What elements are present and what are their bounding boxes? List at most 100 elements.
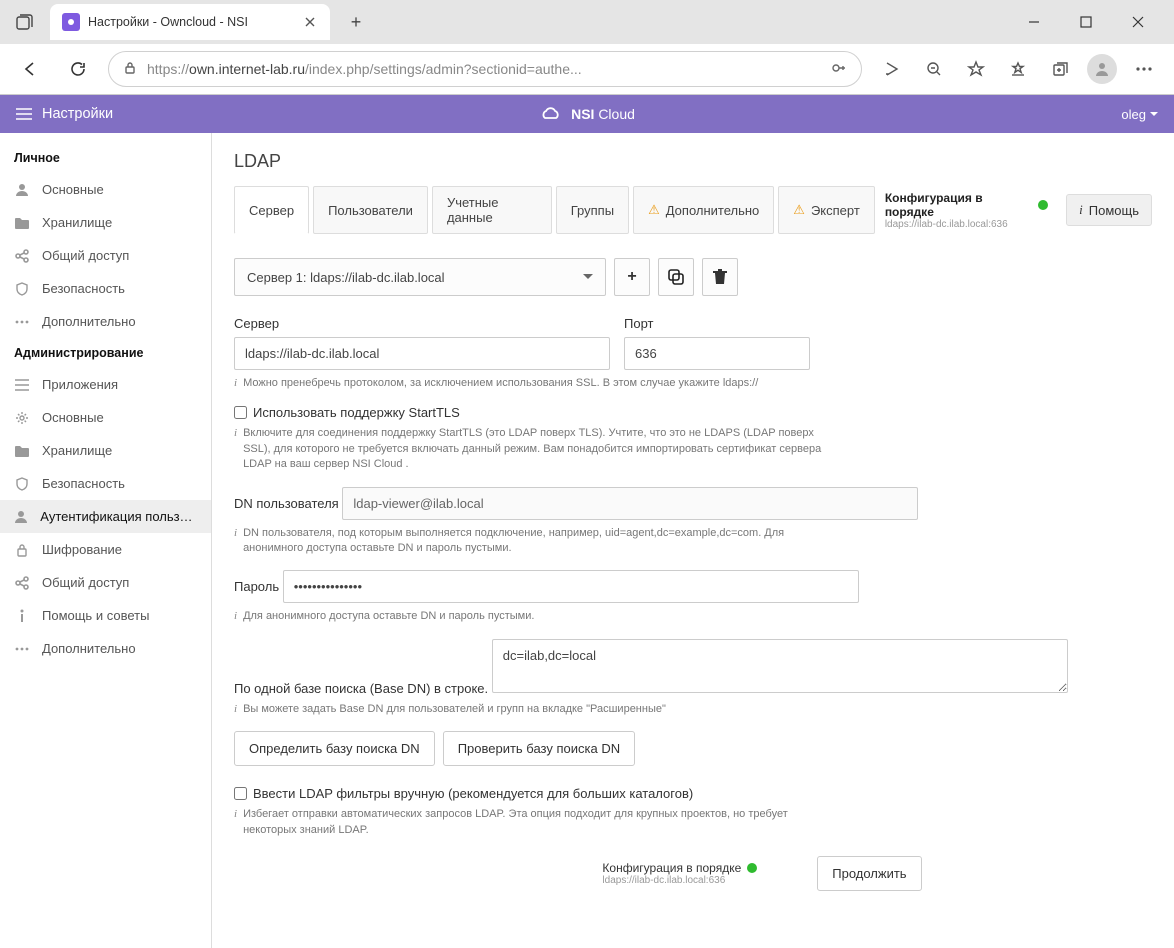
more-icon[interactable] <box>1126 51 1162 87</box>
sidebar-item-безопасность[interactable]: Безопасность <box>0 467 211 500</box>
nav-refresh-button[interactable] <box>60 51 96 87</box>
window-close[interactable] <box>1116 5 1160 39</box>
gear-icon <box>14 411 30 425</box>
tab-label: Эксперт <box>811 203 860 218</box>
hint-user-dn: iDN пользователя, под которым выполняетс… <box>234 526 824 557</box>
tab-1[interactable]: Пользователи <box>313 186 428 234</box>
shield-icon <box>14 477 30 491</box>
footer-status: Конфигурация в порядке ldaps://ilab-dc.i… <box>602 861 757 886</box>
dots-icon <box>14 320 30 324</box>
sidebar-item-хранилище[interactable]: Хранилище <box>0 206 211 239</box>
read-aloud-icon[interactable] <box>874 51 910 87</box>
sidebar-item-хранилище[interactable]: Хранилище <box>0 434 211 467</box>
sidebar-item-label: Основные <box>42 182 104 197</box>
port-input[interactable] <box>624 337 810 370</box>
sidebar-item-label: Хранилище <box>42 443 112 458</box>
status-dot-icon <box>1038 200 1048 210</box>
sidebar-item-общийдоступ[interactable]: Общий доступ <box>0 566 211 599</box>
sidebar-item-label: Безопасность <box>42 281 125 296</box>
sidebar-item-основные[interactable]: Основные <box>0 173 211 206</box>
sidebar-item-аутентификацияпользоват[interactable]: Аутентификация пользоват... <box>0 500 211 533</box>
brand-logo[interactable]: NSI Cloud <box>539 106 635 122</box>
window-minimize[interactable] <box>1012 5 1056 39</box>
chevron-down-icon <box>583 274 593 280</box>
hint-password: iДля анонимного доступа оставьте DN и па… <box>234 609 824 624</box>
window-maximize[interactable] <box>1064 5 1108 39</box>
zoom-out-icon[interactable] <box>916 51 952 87</box>
add-server-button[interactable]: + <box>614 258 650 296</box>
tab-2[interactable]: Учетные данные <box>432 186 552 234</box>
sidebar-item-основные[interactable]: Основные <box>0 401 211 434</box>
tabs-overview-button[interactable] <box>8 6 40 38</box>
url-text: https://own.internet-lab.ru/index.php/se… <box>147 61 821 77</box>
sidebar-item-общийдоступ[interactable]: Общий доступ <box>0 239 211 272</box>
test-base-dn-button[interactable]: Проверить базу поиска DN <box>443 731 635 766</box>
sidebar-item-помощьисоветы[interactable]: Помощь и советы <box>0 599 211 632</box>
sidebar-item-безопасность[interactable]: Безопасность <box>0 272 211 305</box>
sidebar-item-дополнительно[interactable]: Дополнительно <box>0 632 211 665</box>
base-dn-textarea[interactable] <box>492 639 1068 693</box>
tab-label: Сервер <box>249 203 294 218</box>
starttls-checkbox-row[interactable]: Использовать поддержку StartTLS <box>234 405 1152 420</box>
sidebar-item-дополнительно[interactable]: Дополнительно <box>0 305 211 338</box>
continue-button[interactable]: Продолжить <box>817 856 921 891</box>
favorites-bar-icon[interactable] <box>1000 51 1036 87</box>
sidebar-item-label: Аутентификация пользоват... <box>40 509 197 524</box>
delete-server-button[interactable] <box>702 258 738 296</box>
server-select[interactable]: Сервер 1: ldaps://ilab-dc.ilab.local <box>234 258 606 296</box>
nav-back-button[interactable] <box>12 51 48 87</box>
manual-filters-checkbox-row[interactable]: Ввести LDAP фильтры вручную (рекомендует… <box>234 786 1152 801</box>
sidebar-item-label: Основные <box>42 410 104 425</box>
help-button[interactable]: iПомощь <box>1066 194 1152 226</box>
warning-icon: ⚠ <box>793 202 805 218</box>
collections-icon[interactable] <box>1042 51 1078 87</box>
sidebar-item-label: Приложения <box>42 377 118 392</box>
sidebar-item-приложения[interactable]: Приложения <box>0 368 211 401</box>
tab-4[interactable]: ⚠ Дополнительно <box>633 186 774 234</box>
hint-base-dn: iВы можете задать Base DN для пользовате… <box>234 702 824 717</box>
profile-avatar[interactable] <box>1084 51 1120 87</box>
page-header-title: Настройки <box>42 106 113 122</box>
sidebar-item-label: Дополнительно <box>42 314 136 329</box>
tab-close-icon[interactable] <box>302 14 318 30</box>
label-user-dn: DN пользователя <box>234 496 339 511</box>
sidebar-item-шифрование[interactable]: Шифрование <box>0 533 211 566</box>
user-menu[interactable]: oleg <box>1121 107 1158 122</box>
hint-starttls: iВключите для соединения поддержку Start… <box>234 426 824 472</box>
label-base-dn: По одной базе поиска (Base DN) в строке. <box>234 681 488 696</box>
lock-icon <box>123 61 137 78</box>
key-icon[interactable] <box>831 60 847 79</box>
new-tab-button[interactable]: + <box>340 6 372 38</box>
tab-label: Дополнительно <box>666 203 760 218</box>
tab-0[interactable]: Сервер <box>234 186 309 234</box>
warning-icon: ⚠ <box>648 202 660 218</box>
user-dn-input[interactable] <box>342 487 918 520</box>
password-input[interactable] <box>283 570 859 603</box>
menu-icon[interactable] <box>16 108 32 120</box>
sidebar-item-label: Безопасность <box>42 476 125 491</box>
manual-filters-checkbox[interactable] <box>234 787 247 800</box>
favorite-icon[interactable] <box>958 51 994 87</box>
tab-title: Настройки - Owncloud - NSI <box>88 15 294 29</box>
folder-icon <box>14 445 30 457</box>
sidebar-item-label: Помощь и советы <box>42 608 149 623</box>
server-input[interactable] <box>234 337 610 370</box>
user-icon <box>14 510 28 524</box>
sidebar: Личное ОсновныеХранилищеОбщий доступБезо… <box>0 133 212 948</box>
copy-server-button[interactable] <box>658 258 694 296</box>
shield-icon <box>14 282 30 296</box>
tab-label: Пользователи <box>328 203 413 218</box>
sidebar-item-label: Общий доступ <box>42 248 129 263</box>
tab-3[interactable]: Группы <box>556 186 629 234</box>
tab-favicon <box>62 13 80 31</box>
lock-icon <box>14 543 30 557</box>
folder-icon <box>14 217 30 229</box>
lines-icon <box>14 379 30 391</box>
detect-base-dn-button[interactable]: Определить базу поиска DN <box>234 731 435 766</box>
browser-tab-active[interactable]: Настройки - Owncloud - NSI <box>50 4 330 40</box>
url-box[interactable]: https://own.internet-lab.ru/index.php/se… <box>108 51 862 87</box>
share-icon <box>14 249 30 263</box>
share-icon <box>14 576 30 590</box>
starttls-checkbox[interactable] <box>234 406 247 419</box>
tab-5[interactable]: ⚠ Эксперт <box>778 186 875 234</box>
